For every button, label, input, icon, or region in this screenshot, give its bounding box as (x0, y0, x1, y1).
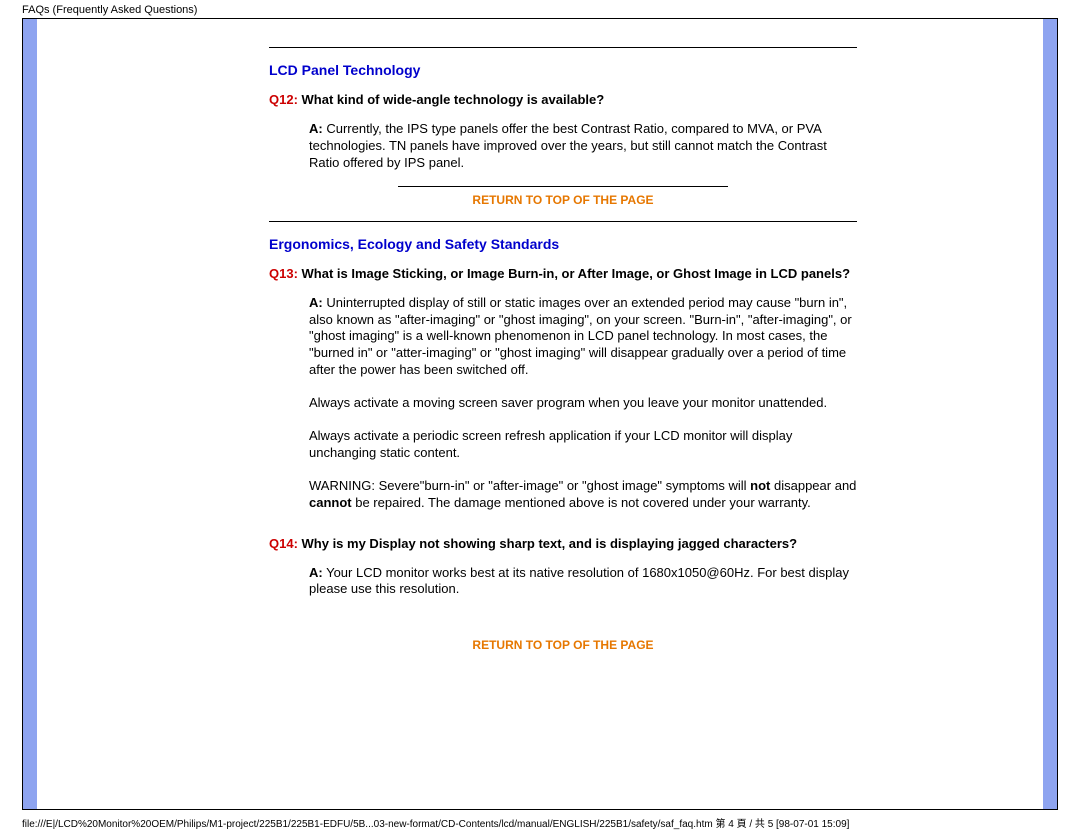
content-area: LCD Panel Technology Q12: What kind of w… (269, 19, 857, 696)
section-heading-ergonomics: Ergonomics, Ecology and Safety Standards (269, 236, 857, 252)
page-header: FAQs (Frequently Asked Questions) (22, 4, 197, 16)
a14-prefix: A: (309, 565, 323, 580)
warn-not: not (750, 478, 770, 493)
q14-text: Why is my Display not showing sharp text… (298, 536, 797, 551)
a13-block: A: Uninterrupted display of still or sta… (269, 295, 857, 512)
qa-q13: Q13: What is Image Sticking, or Image Bu… (269, 266, 857, 512)
qa-q12: Q12: What kind of wide-angle technology … (269, 92, 857, 172)
q14-prefix: Q14: (269, 536, 298, 551)
a13-prefix: A: (309, 295, 323, 310)
qa-q14: Q14: Why is my Display not showing sharp… (269, 536, 857, 599)
a12-prefix: A: (309, 121, 323, 136)
document-frame: LCD Panel Technology Q12: What kind of w… (22, 18, 1058, 810)
warn-pre: WARNING: Severe"burn-in" or "after-image… (309, 478, 750, 493)
footer-file-path: file:///E|/LCD%20Monitor%20OEM/Philips/M… (22, 815, 1058, 830)
warn-mid: disappear and (770, 478, 856, 493)
warn-cannot: cannot (309, 495, 352, 510)
a12-block: A: Currently, the IPS type panels offer … (269, 121, 857, 172)
section-heading-lcd: LCD Panel Technology (269, 62, 857, 78)
right-decor-bar (1043, 19, 1057, 809)
a13-para3: Always activate a periodic screen refres… (309, 428, 857, 462)
a13-text: Uninterrupted display of still or static… (309, 295, 852, 378)
divider (269, 47, 857, 48)
left-decor-bar (23, 19, 37, 809)
a12-text: Currently, the IPS type panels offer the… (309, 121, 827, 170)
a14-text: Your LCD monitor works best at its nativ… (309, 565, 849, 597)
return-to-top-link[interactable]: RETURN TO TOP OF THE PAGE (269, 638, 857, 652)
q12-prefix: Q12: (269, 92, 298, 107)
q13-text: What is Image Sticking, or Image Burn-in… (298, 266, 850, 281)
mid-divider (398, 186, 727, 187)
return-to-top-link[interactable]: RETURN TO TOP OF THE PAGE (269, 193, 857, 207)
a14-block: A: Your LCD monitor works best at its na… (269, 565, 857, 599)
a13-para2: Always activate a moving screen saver pr… (309, 395, 857, 412)
q12-text: What kind of wide-angle technology is av… (298, 92, 604, 107)
a13-warning: WARNING: Severe"burn-in" or "after-image… (309, 478, 857, 512)
q13-prefix: Q13: (269, 266, 298, 281)
warn-post: be repaired. The damage mentioned above … (352, 495, 811, 510)
divider (269, 221, 857, 222)
